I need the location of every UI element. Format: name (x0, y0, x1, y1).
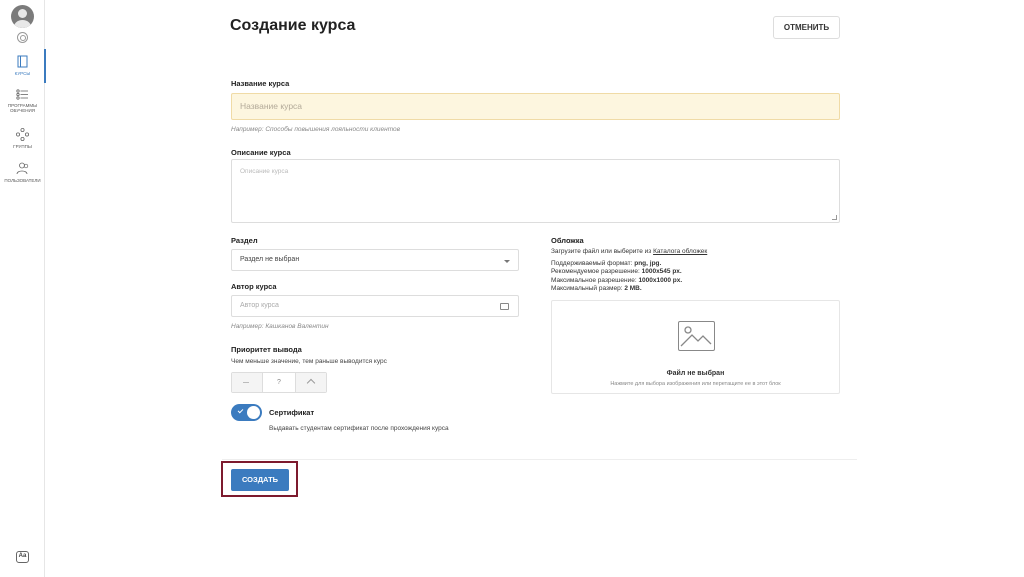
image-placeholder-icon (678, 321, 715, 351)
recommended-label: Рекомендуемое разрешение: (551, 268, 642, 275)
gear-icon[interactable] (17, 32, 28, 43)
language-icon[interactable]: Aa (16, 551, 29, 563)
description-placeholder: Описание курса (240, 168, 289, 175)
resize-handle-icon[interactable] (832, 215, 837, 220)
toggle-knob (247, 406, 260, 419)
page-title: Создание курса (230, 17, 356, 34)
priority-note: Чем меньше значение, тем раньше выводитс… (231, 358, 387, 365)
cover-dropzone[interactable]: Файл не выбран Нажмите для выбора изобра… (551, 300, 840, 394)
priority-value[interactable]: ? (262, 373, 296, 392)
author-input[interactable]: Автор курса (231, 295, 519, 317)
sidebar-item-users[interactable]: Пользователи (0, 162, 45, 183)
sidebar-item-programs[interactable]: Программы обучения (0, 89, 45, 113)
priority-stepper: ? (231, 372, 327, 393)
certificate-toggle[interactable] (231, 404, 262, 421)
user-avatar[interactable] (11, 5, 34, 28)
cover-info: Загрузите файл или выберите из Каталога … (551, 248, 707, 294)
dropzone-subtitle: Нажмите для выбора изображения или перет… (610, 381, 781, 387)
section-select[interactable]: Раздел не выбран (231, 249, 519, 271)
format-value: png, jpg. (634, 259, 662, 267)
course-description-textarea[interactable]: Описание курса (231, 159, 840, 223)
sidebar-item-label: Программы обучения (7, 103, 38, 113)
cover-label: Обложка (551, 236, 584, 245)
certificate-label: Сертификат (269, 408, 315, 417)
sidebar-item-label: Курсы (14, 71, 31, 76)
max-res-label: Максимальное разрешение: (551, 276, 639, 284)
cover-catalog-link[interactable]: Каталога обложек (653, 248, 707, 255)
section-select-value: Раздел не выбран (240, 256, 300, 263)
sidebar-item-courses[interactable]: Курсы (0, 49, 46, 83)
course-form: Создание курса ОТМЕНИТЬ Название курса Н… (221, 0, 862, 577)
sidebar-item-label: Пользователи (4, 178, 41, 183)
decrement-button[interactable] (232, 373, 262, 392)
divider (222, 459, 857, 460)
sidebar: Курсы Программы обучения Группы Пользова… (0, 0, 46, 577)
format-label: Поддерживаемый формат: (551, 259, 635, 267)
check-icon (237, 407, 244, 414)
book-icon (17, 55, 28, 68)
author-placeholder: Автор курса (240, 302, 279, 309)
section-label: Раздел (231, 236, 258, 245)
priority-label: Приоритет вывода (231, 345, 302, 354)
max-size-label: Максимальный размер: (551, 285, 625, 292)
cover-upload-text: Загрузите файл или выберите из (551, 248, 654, 255)
recommended-value: 1000x545 px. (641, 268, 682, 275)
chevron-down-icon (504, 260, 510, 263)
course-name-hint: Например: Способы повышения лояльности к… (231, 126, 401, 133)
dropzone-title: Файл не выбран (666, 370, 725, 377)
course-description-label: Описание курса (231, 148, 291, 157)
course-name-input[interactable]: Название курса (231, 93, 840, 120)
course-name-label: Название курса (231, 79, 290, 88)
groups-icon (16, 128, 29, 141)
certificate-note: Выдавать студентам сертификат после прох… (269, 425, 449, 432)
max-res-value: 1000x1000 px. (638, 276, 683, 284)
users-icon (16, 162, 28, 175)
max-size-value: 2 MB. (624, 285, 642, 292)
author-label: Автор курса (231, 282, 277, 291)
address-book-icon[interactable] (500, 303, 509, 310)
list-icon (16, 89, 28, 100)
sidebar-item-label: Группы (13, 144, 32, 149)
sidebar-item-groups[interactable]: Группы (0, 128, 45, 149)
author-hint: Например: Кашканов Валентин (231, 323, 329, 330)
create-button[interactable]: СОЗДАТЬ (231, 469, 289, 491)
increment-button[interactable] (296, 373, 326, 392)
cancel-button[interactable]: ОТМЕНИТЬ (773, 16, 840, 39)
